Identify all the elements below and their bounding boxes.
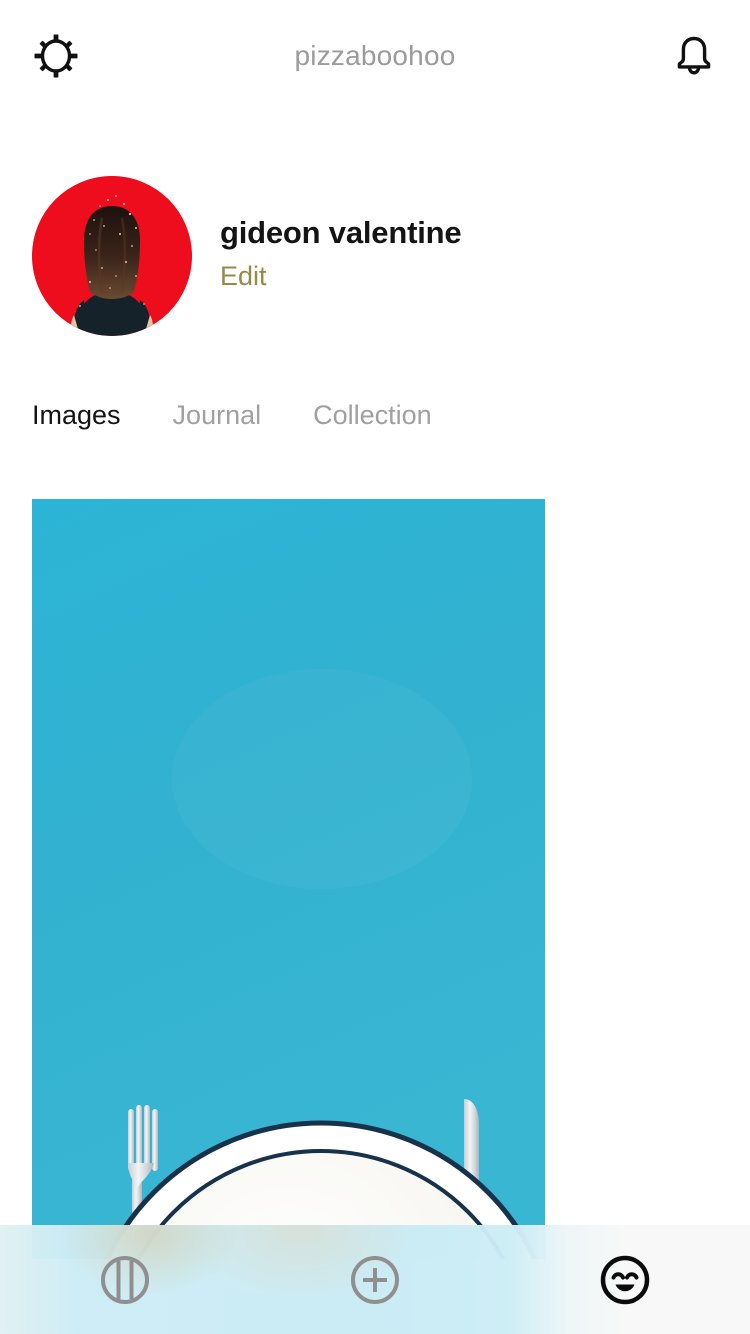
profile-tabs: Images Journal Collection [32,398,484,433]
app-root: pizzaboohoo gideon valentine Edit Images… [0,0,750,1334]
profile-header: gideon valentine Edit [32,176,718,336]
tab-images[interactable]: Images [32,398,121,433]
post-image [32,499,545,1259]
tab-collection[interactable]: Collection [313,398,432,433]
profile-text-block: gideon valentine Edit [220,214,462,292]
nav-add-button[interactable] [250,1225,500,1334]
top-bar: pizzaboohoo [0,0,750,112]
smiley-face-icon [599,1254,651,1306]
nav-feed-button[interactable] [0,1225,250,1334]
feed-post[interactable] [32,499,545,1259]
tab-journal[interactable]: Journal [173,398,262,433]
avatar[interactable] [32,176,192,336]
display-name: gideon valentine [220,215,462,250]
username-text: pizzaboohoo [294,40,456,71]
avatar-photo [32,176,192,336]
page-title: pizzaboohoo [0,0,750,112]
columns-circle-icon [99,1254,151,1306]
plus-circle-icon [349,1254,401,1306]
edit-profile-link[interactable]: Edit [220,261,461,292]
notifications-button[interactable] [670,32,718,80]
bottom-navigation [0,1225,750,1334]
bell-icon [670,36,718,84]
nav-profile-button[interactable] [500,1225,750,1334]
